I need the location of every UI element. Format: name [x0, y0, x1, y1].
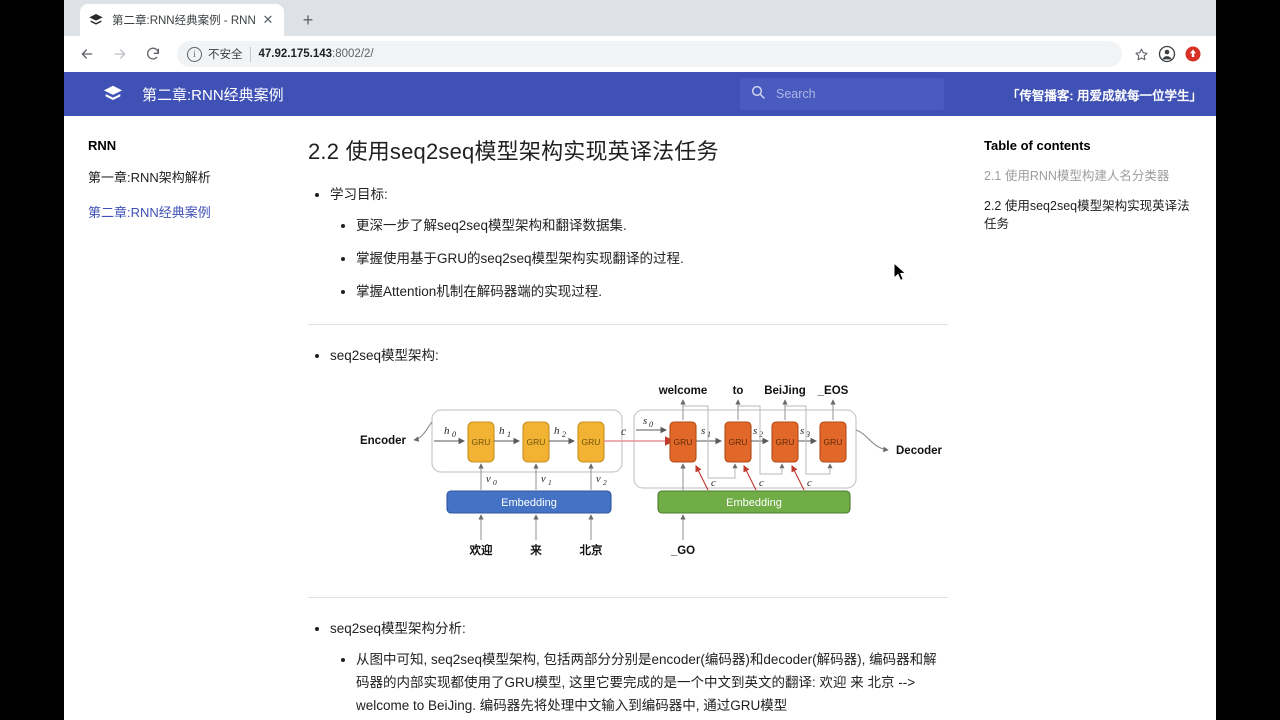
- browser-tab[interactable]: 第二章:RNN经典案例 - RNN ✕: [80, 4, 284, 36]
- svg-text:GRU: GRU: [729, 437, 748, 447]
- svg-text:v: v: [596, 474, 601, 485]
- main-article: 2.2 使用seq2seq模型架构实现英译法任务 学习目标: 更深一步了解seq…: [308, 116, 972, 720]
- back-icon[interactable]: [74, 41, 100, 67]
- svg-text:c: c: [759, 478, 764, 489]
- svg-text:to: to: [733, 385, 744, 397]
- objectives-sublist: 更深一步了解seq2seq模型架构和翻译数据集. 掌握使用基于GRU的seq2s…: [330, 215, 948, 304]
- svg-text:0: 0: [452, 430, 456, 439]
- svg-text:0: 0: [493, 478, 497, 487]
- svg-text:GRU: GRU: [824, 437, 843, 447]
- browser-toolbar: i 不安全 47.92.175.143:8002/2/: [64, 36, 1216, 72]
- svg-text:h: h: [554, 425, 560, 437]
- seq2seq-architecture-diagram: h 0 GRU GRU GRU h 1 h 2 v 0 v 1 v 2 Embe…: [336, 382, 948, 577]
- svg-text:1: 1: [507, 430, 511, 439]
- site-title: 第二章:RNN经典案例: [142, 86, 284, 104]
- address-bar[interactable]: i 不安全 47.92.175.143:8002/2/: [177, 41, 1122, 67]
- learning-objectives-list: 学习目标: 更深一步了解seq2seq模型架构和翻译数据集. 掌握使用基于GRU…: [308, 184, 948, 304]
- list-item: 更深一步了解seq2seq模型架构和翻译数据集.: [356, 215, 948, 238]
- objectives-heading: 学习目标:: [330, 187, 388, 202]
- section-divider: [308, 323, 948, 325]
- site-header: 第二章:RNN经典案例 Search 「传智播客: 用爱成就每一位学生」: [64, 72, 1216, 116]
- sidebar-heading: RNN: [88, 138, 117, 153]
- svg-text:v: v: [541, 474, 546, 485]
- screen: 第二章:RNN经典案例 - RNN ✕ + i 不安全 47.92.175.14…: [0, 0, 1280, 720]
- search-icon: [750, 84, 766, 105]
- svg-text:Encoder: Encoder: [360, 435, 407, 447]
- analysis-heading: seq2seq模型架构分析:: [330, 620, 466, 636]
- page-title: 2.2 使用seq2seq模型架构实现英译法任务: [308, 139, 719, 164]
- page-content: RNN 第一章:RNN架构解析 第二章:RNN经典案例 2.2 使用seq2se…: [64, 116, 1216, 720]
- mkdocs-logo-icon: [102, 83, 124, 105]
- svg-text:h: h: [499, 425, 505, 437]
- url-text: 47.92.175.143:8002/2/: [259, 48, 374, 60]
- security-status-label: 不安全: [208, 49, 243, 61]
- url-host: 47.92.175.143: [258, 48, 333, 60]
- svg-text:0: 0: [649, 420, 653, 429]
- list-item: 掌握Attention机制在解码器端的实现过程.: [356, 281, 948, 304]
- new-tab-button[interactable]: +: [296, 8, 320, 32]
- analysis-sublist: 从图中可知, seq2seq模型架构, 包括两部分分别是encoder(编码器)…: [330, 649, 948, 718]
- svg-text:_EOS: _EOS: [817, 385, 849, 397]
- search-input[interactable]: Search: [776, 87, 816, 101]
- svg-text:c: c: [807, 478, 812, 489]
- sidebar-item-chapter-1[interactable]: 第一章:RNN架构解析: [88, 167, 308, 186]
- tab-strip: 第二章:RNN经典案例 - RNN ✕ +: [64, 0, 1216, 36]
- svg-text:s: s: [643, 415, 647, 427]
- analysis-section: seq2seq模型架构分析: 从图中可知, seq2seq模型架构, 包括两部分…: [308, 618, 948, 718]
- svg-text:GRU: GRU: [776, 437, 795, 447]
- svg-text:s: s: [800, 425, 804, 437]
- svg-text:BeiJing: BeiJing: [764, 385, 806, 397]
- toc-heading: Table of contents: [984, 138, 1091, 153]
- svg-text:GRU: GRU: [527, 437, 546, 447]
- svg-text:Embedding: Embedding: [726, 497, 782, 509]
- close-icon[interactable]: ✕: [260, 12, 276, 28]
- search-box[interactable]: Search: [740, 78, 944, 110]
- svg-text:GRU: GRU: [674, 437, 693, 447]
- svg-text:Embedding: Embedding: [501, 497, 557, 509]
- url-path: :8002/2/: [332, 48, 374, 60]
- info-icon[interactable]: i: [187, 46, 202, 62]
- toc-item-2-2[interactable]: 2.2 使用seq2seq模型架构实现英译法任务: [984, 197, 1200, 233]
- list-item: seq2seq模型架构:: [330, 345, 948, 368]
- svg-text:2: 2: [562, 430, 566, 439]
- svg-text:welcome: welcome: [658, 385, 708, 397]
- svg-text:北京: 北京: [580, 543, 603, 557]
- tab-title: 第二章:RNN经典案例 - RNN: [112, 15, 256, 27]
- svg-text:c: c: [621, 426, 626, 438]
- svg-text:GRU: GRU: [472, 437, 491, 447]
- mkdocs-logo-icon: [88, 12, 104, 28]
- svg-text:来: 来: [529, 543, 542, 557]
- svg-text:v: v: [486, 474, 491, 485]
- sidebar-item-chapter-2[interactable]: 第二章:RNN经典案例: [88, 202, 308, 221]
- section-divider: [308, 596, 948, 598]
- list-item: seq2seq模型架构分析: 从图中可知, seq2seq模型架构, 包括两部分…: [330, 618, 948, 718]
- profile-avatar-icon[interactable]: [1154, 41, 1180, 67]
- svg-text:_GO: _GO: [670, 545, 695, 557]
- svg-text:h: h: [444, 425, 450, 437]
- forward-icon: [107, 41, 133, 67]
- svg-text:GRU: GRU: [582, 437, 601, 447]
- svg-text:c: c: [711, 478, 716, 489]
- reload-icon[interactable]: [140, 41, 166, 67]
- browser-window: 第二章:RNN经典案例 - RNN ✕ + i 不安全 47.92.175.14…: [64, 0, 1216, 720]
- svg-text:s: s: [701, 425, 705, 437]
- toc-item-2-1[interactable]: 2.1 使用RNN模型构建人名分类器: [984, 167, 1200, 185]
- svg-text:s: s: [753, 425, 757, 437]
- table-of-contents: Table of contents 2.1 使用RNN模型构建人名分类器 2.2…: [972, 116, 1216, 720]
- list-item: 掌握使用基于GRU的seq2seq模型架构实现翻译的过程.: [356, 248, 948, 271]
- svg-text:欢迎: 欢迎: [469, 543, 493, 557]
- svg-text:1: 1: [548, 478, 552, 487]
- svg-text:Decoder: Decoder: [896, 445, 943, 457]
- bookmark-star-icon[interactable]: [1128, 41, 1154, 67]
- seq2seq-svg: h 0 GRU GRU GRU h 1 h 2 v 0 v 1 v 2 Embe…: [360, 385, 943, 557]
- list-item: 学习目标: 更深一步了解seq2seq模型架构和翻译数据集. 掌握使用基于GRU…: [330, 184, 948, 304]
- extension-badge-icon[interactable]: [1180, 41, 1206, 67]
- svg-text:2: 2: [603, 478, 607, 487]
- list-item: 从图中可知, seq2seq模型架构, 包括两部分分别是encoder(编码器)…: [356, 649, 948, 718]
- site-tagline: 「传智播客: 用爱成就每一位学生」: [1006, 88, 1202, 103]
- left-sidebar: RNN 第一章:RNN架构解析 第二章:RNN经典案例: [64, 116, 308, 720]
- omnibox-divider: [249, 46, 251, 62]
- architecture-section: seq2seq模型架构:: [308, 345, 948, 368]
